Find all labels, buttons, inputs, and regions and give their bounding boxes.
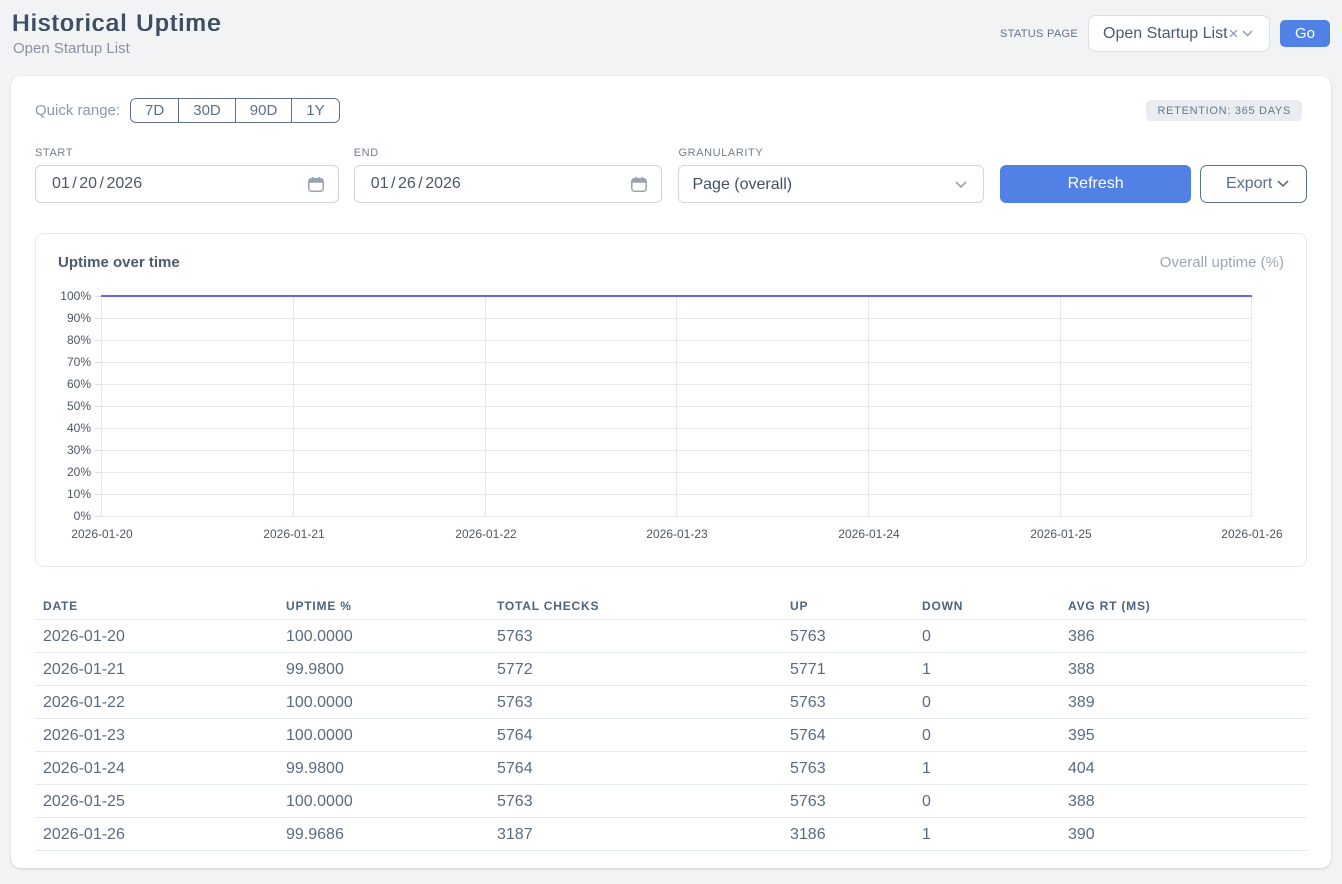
svg-text:90%: 90%	[67, 311, 91, 325]
svg-text:50%: 50%	[67, 399, 91, 413]
svg-text:80%: 80%	[67, 333, 91, 347]
svg-text:2026-01-26: 2026-01-26	[1221, 527, 1283, 541]
svg-text:30%: 30%	[67, 443, 91, 457]
svg-text:70%: 70%	[67, 355, 91, 369]
svg-text:60%: 60%	[67, 377, 91, 391]
svg-text:2026-01-21: 2026-01-21	[263, 527, 325, 541]
svg-text:2026-01-20: 2026-01-20	[71, 527, 133, 541]
svg-text:40%: 40%	[67, 421, 91, 435]
svg-text:2026-01-22: 2026-01-22	[455, 527, 517, 541]
svg-text:2026-01-23: 2026-01-23	[646, 527, 708, 541]
svg-text:0%: 0%	[74, 509, 92, 523]
svg-text:2026-01-24: 2026-01-24	[838, 527, 900, 541]
svg-text:20%: 20%	[67, 465, 91, 479]
svg-text:10%: 10%	[67, 487, 91, 501]
svg-text:100%: 100%	[60, 289, 91, 303]
svg-text:2026-01-25: 2026-01-25	[1030, 527, 1092, 541]
